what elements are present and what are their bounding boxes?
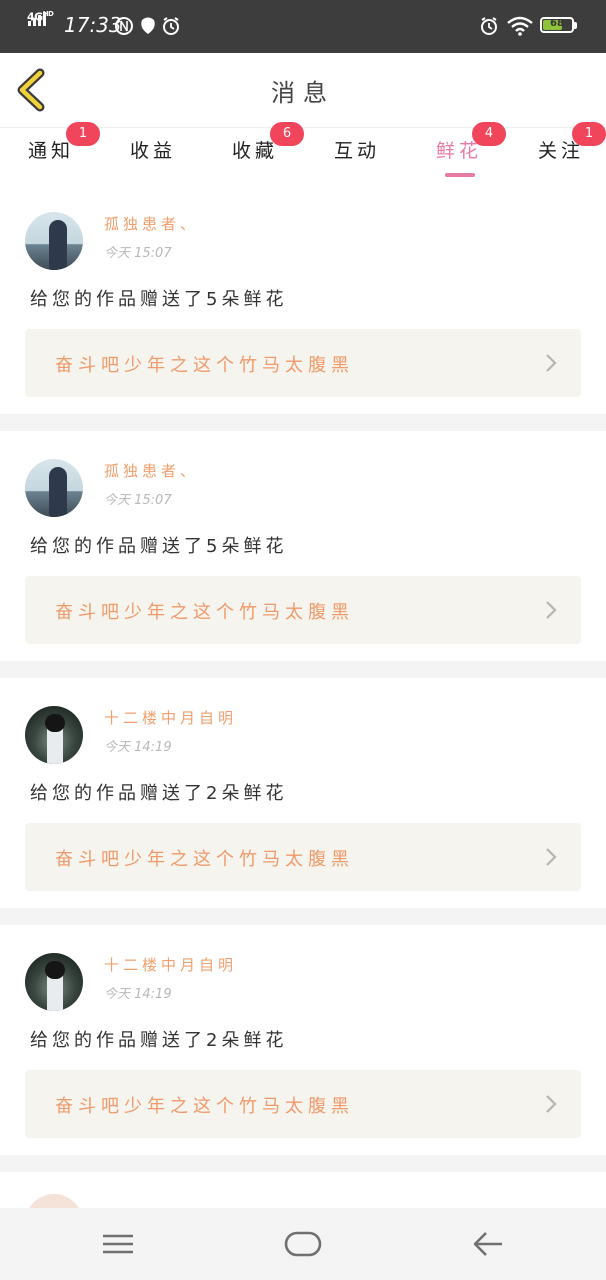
flower-notification: 十二楼中月自明 今天 14:19 给您的作品赠送了2朵鲜花 奋斗吧少年之这个竹马… [0,678,606,908]
timestamp: 今天 14:19 [104,740,172,755]
menu-icon[interactable] [98,1226,138,1262]
avatar[interactable] [25,953,83,1011]
username[interactable]: 孤独患者、 [104,460,199,481]
alarm-icon [481,17,497,35]
tab-follows[interactable]: 关注 1 [526,122,606,180]
system-nav-bar [0,1208,606,1280]
work-title: 奋斗吧少年之这个竹马太腹黑 [55,355,354,376]
wifi-icon [507,16,533,36]
battery-level: 68 [550,18,564,29]
header: 消息 [0,53,606,128]
status-bar: 4GHD 17:33 68 [0,0,606,53]
username[interactable]: 孤独患者、 [104,213,199,234]
flower-notification: 孤独患者、 今天 15:07 给您的作品赠送了5朵鲜花 奋斗吧少年之这个竹马太腹… [0,431,606,661]
unread-badge: 4 [472,122,506,146]
divider [0,414,606,431]
work-link[interactable]: 奋斗吧少年之这个竹马太腹黑 [25,823,581,891]
tab-label: 互动 [333,140,380,162]
divider [0,908,606,925]
avatar[interactable] [25,706,83,764]
divider [0,661,606,678]
active-tab-indicator [445,173,475,177]
work-link[interactable]: 奋斗吧少年之这个竹马太腹黑 [25,1070,581,1138]
timestamp: 今天 15:07 [104,246,172,261]
chevron-right-icon [546,848,557,866]
gift-message: 给您的作品赠送了5朵鲜花 [30,536,288,557]
tab-earnings[interactable]: 收益 [118,136,188,180]
avatar[interactable] [25,212,83,270]
gift-message: 给您的作品赠送了2朵鲜花 [30,783,288,804]
status-time: 17:33 [64,13,122,37]
tab-label: 收益 [129,140,176,162]
unread-badge: 6 [270,122,304,146]
gift-message: 给您的作品赠送了2朵鲜花 [30,1030,288,1051]
timestamp: 今天 15:07 [104,493,172,508]
tab-notifications[interactable]: 通知 1 [16,122,100,180]
timestamp: 今天 14:19 [104,987,172,1002]
flower-feed: 孤独患者、 今天 15:07 给您的作品赠送了5朵鲜花 奋斗吧少年之这个竹马太腹… [0,184,606,1252]
work-link[interactable]: 奋斗吧少年之这个竹马太腹黑 [25,329,581,397]
gift-message: 给您的作品赠送了5朵鲜花 [30,289,288,310]
chevron-right-icon [546,354,557,372]
shield-icon [141,17,155,34]
battery-icon: 68 [540,17,574,33]
work-title: 奋斗吧少年之这个竹马太腹黑 [55,1096,354,1117]
flower-notification: 十二楼中月自明 今天 14:19 给您的作品赠送了2朵鲜花 奋斗吧少年之这个竹马… [0,925,606,1155]
flower-notification: 孤独患者、 今天 15:07 给您的作品赠送了5朵鲜花 奋斗吧少年之这个竹马太腹… [0,184,606,414]
back-arrow-icon[interactable] [468,1226,508,1262]
chevron-right-icon [546,601,557,619]
page-title: 消息 [271,79,335,107]
tab-interactions[interactable]: 互动 [322,136,392,180]
nfc-icon [115,17,133,35]
unread-badge: 1 [572,122,606,146]
username[interactable]: 十二楼中月自明 [104,954,237,975]
work-title: 奋斗吧少年之这个竹马太腹黑 [55,849,354,870]
username[interactable]: 十二楼中月自明 [104,707,237,728]
tab-flowers[interactable]: 鲜花 4 [424,122,506,180]
avatar[interactable] [25,459,83,517]
work-link[interactable]: 奋斗吧少年之这个竹马太腹黑 [25,576,581,644]
tab-favorites[interactable]: 收藏 6 [220,122,304,180]
work-title: 奋斗吧少年之这个竹马太腹黑 [55,602,354,623]
battery-tip [574,22,577,29]
tab-bar: 通知 1 收益 收藏 6 互动 鲜花 4 关注 1 [0,122,606,184]
alarm-icon [163,17,179,35]
home-icon[interactable] [283,1226,323,1262]
unread-badge: 1 [66,122,100,146]
divider [0,1155,606,1172]
chevron-right-icon [546,1095,557,1113]
